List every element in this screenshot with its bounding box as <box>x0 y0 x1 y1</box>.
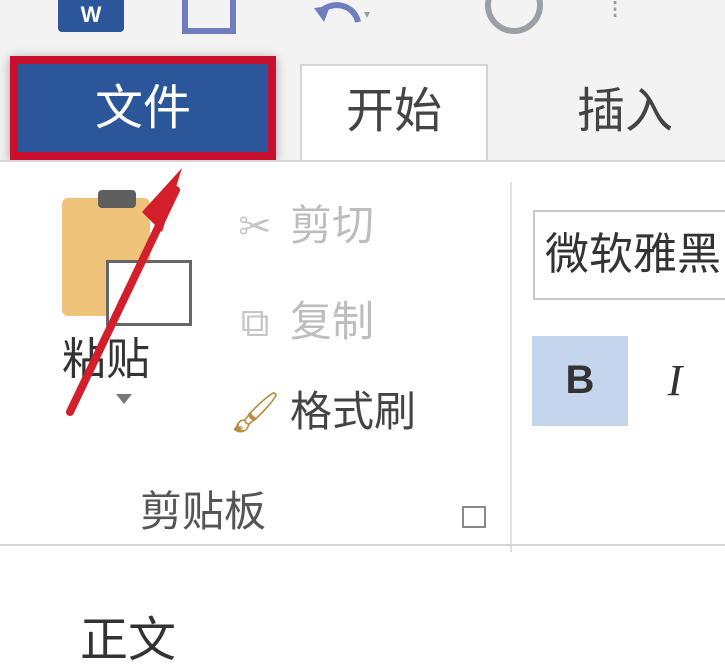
quick-access-toolbar: W ⁝ <box>0 0 725 48</box>
font-name-select[interactable]: 微软雅黑 <box>533 210 725 300</box>
bold-button[interactable]: B <box>532 336 628 426</box>
ribbon-tabs: 文件 开始 插入 <box>0 48 725 160</box>
scissors-icon: ✂ <box>238 204 272 250</box>
paste-button[interactable]: 粘贴 <box>52 190 202 438</box>
dialog-launcher-icon[interactable] <box>462 506 486 528</box>
italic-button[interactable]: I <box>655 348 695 418</box>
undo-icon[interactable] <box>312 0 372 34</box>
clock-icon[interactable] <box>485 0 543 34</box>
copy-icon: ⧉ <box>240 300 270 346</box>
clipboard-group-label: 剪贴板 <box>140 487 267 536</box>
clipboard-clip <box>98 190 136 208</box>
ribbon-bottom-border <box>0 544 725 546</box>
paintbrush-icon: 🖌 <box>229 390 281 436</box>
paper-icon <box>106 260 192 326</box>
customize-icon[interactable]: ⁝ <box>600 0 630 34</box>
group-divider <box>510 182 512 552</box>
document-text: 正文 <box>80 612 177 668</box>
cut-label: 剪切 <box>290 201 375 250</box>
copy-button[interactable]: ⧉ 复制 <box>220 292 374 352</box>
format-painter-button[interactable]: 🖌 格式刷 <box>220 382 416 442</box>
format-painter-label: 格式刷 <box>290 387 417 436</box>
paste-label: 粘贴 <box>62 334 150 385</box>
tab-file[interactable]: 文件 <box>10 56 276 160</box>
chevron-down-icon[interactable] <box>116 394 132 404</box>
word-icon: W <box>58 0 124 32</box>
save-icon[interactable] <box>182 0 236 34</box>
tab-insert[interactable]: 插入 <box>540 48 710 160</box>
cut-button[interactable]: ✂ 剪切 <box>220 196 374 256</box>
tab-home[interactable]: 开始 <box>300 64 488 160</box>
copy-label: 复制 <box>290 297 375 346</box>
